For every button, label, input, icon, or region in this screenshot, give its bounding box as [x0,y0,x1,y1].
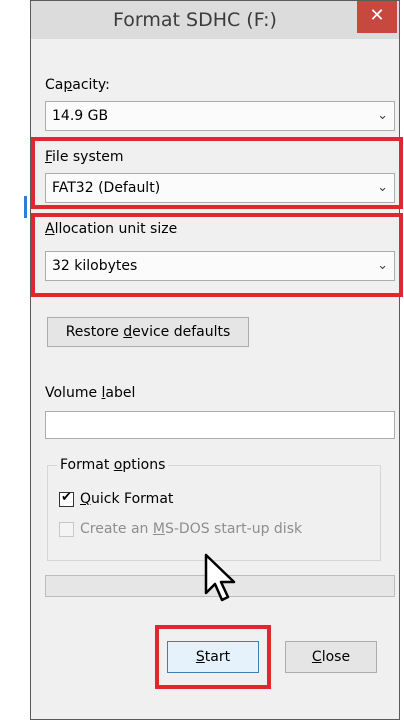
chevron-down-icon: ⌄ [377,180,388,195]
close-icon[interactable]: ✕ [357,1,397,33]
allocation-label: Allocation unit size [45,221,178,237]
quick-format-label: Quick Format [80,491,174,507]
background-window-strip [0,0,30,724]
close-button[interactable]: Close [285,641,377,673]
format-options-group [47,465,381,561]
chevron-down-icon: ⌄ [377,258,388,273]
format-options-title: Format options [57,457,169,473]
allocation-select[interactable]: 32 kilobytes ⌄ [45,251,395,281]
allocation-value: 32 kilobytes [52,258,138,274]
capacity-label: Capacity: [45,77,110,93]
capacity-value: 14.9 GB [52,108,109,124]
msdos-option: Create an MS-DOS start-up disk [59,521,302,537]
quick-format-option[interactable]: Quick Format [59,490,174,507]
quick-format-checkbox[interactable] [59,490,74,507]
volume-label-label: Volume label [45,385,136,401]
msdos-checkbox [59,521,74,537]
format-dialog: Format SDHC (F:) ✕ Capacity: 14.9 GB ⌄ F… [30,0,403,720]
capacity-select[interactable]: 14.9 GB ⌄ [45,101,395,131]
msdos-label: Create an MS-DOS start-up disk [80,521,303,537]
chevron-down-icon: ⌄ [377,108,388,123]
file-system-value: FAT32 (Default) [52,180,161,196]
title-bar[interactable]: Format SDHC (F:) ✕ [31,1,399,39]
restore-defaults-button[interactable]: Restore device defaults [47,317,249,347]
volume-label-input[interactable] [45,411,395,439]
start-button[interactable]: Start [167,641,259,673]
background-accent [24,196,27,218]
dialog-title: Format SDHC (F:) [113,9,277,31]
file-system-label: File system [45,149,124,165]
file-system-select[interactable]: FAT32 (Default) ⌄ [45,173,395,203]
mouse-pointer-icon [204,553,236,602]
